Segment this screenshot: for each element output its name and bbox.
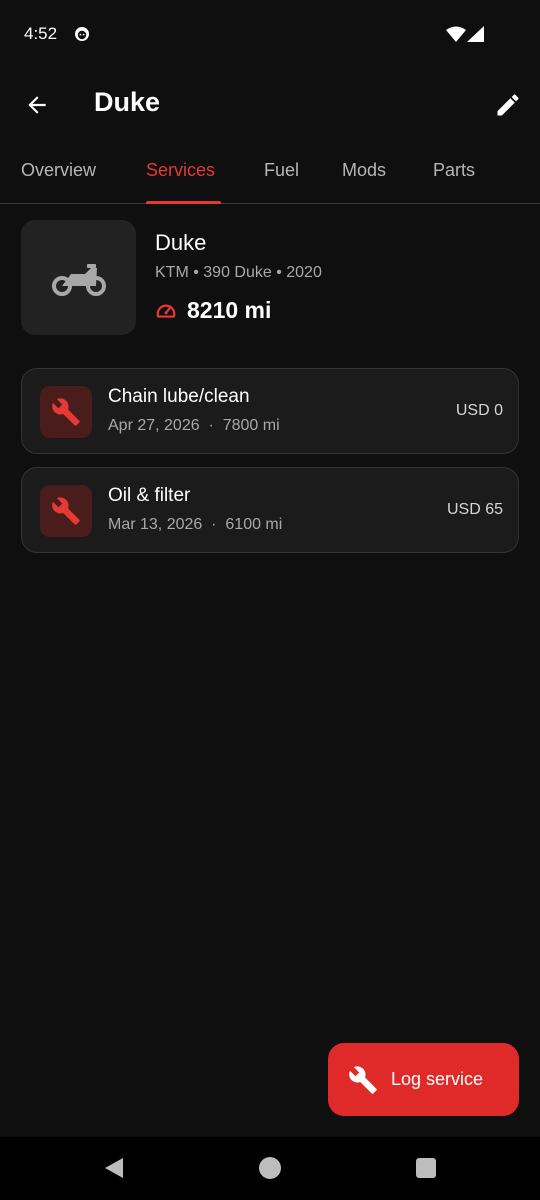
service-name: Chain lube/clean	[108, 386, 250, 407]
page-title: Duke	[94, 87, 161, 117]
tab-services[interactable]: Services	[146, 160, 215, 204]
status-time: 4:52	[24, 24, 58, 43]
service-cost: USD 65	[446, 501, 503, 518]
vehicle-subtitle: KTM • 390 Duke • 2020	[155, 264, 322, 281]
service-meta: Apr 27, 2026 · 7800 mi	[108, 417, 280, 434]
back-button[interactable]	[22, 88, 52, 122]
tab-bar: Overview Services Fuel Mods Parts	[0, 148, 540, 204]
status-bar: 4:52	[0, 0, 540, 68]
nav-home-icon[interactable]	[259, 1157, 281, 1179]
screen: 4:52 Duke Overview Services Fuel Mods Pa…	[0, 0, 540, 1200]
speedometer-icon	[156, 304, 176, 318]
signal-icon	[467, 26, 484, 42]
wrench-icon	[52, 497, 80, 525]
system-nav-bar	[0, 1137, 540, 1200]
log-service-label: Log service	[391, 1069, 484, 1089]
service-icon-badge	[40, 485, 92, 537]
arrow-left-icon	[28, 96, 46, 114]
vehicle-name: Duke	[155, 230, 207, 255]
service-card[interactable]: Oil & filter Mar 13, 2026 · 6100 mi USD …	[21, 467, 519, 553]
app-notification-icon	[75, 27, 89, 41]
app-bar: Duke	[0, 68, 540, 142]
nav-back-icon[interactable]	[103, 1157, 125, 1179]
motorcycle-icon	[51, 263, 106, 296]
tab-fuel[interactable]: Fuel	[264, 160, 299, 204]
service-meta: Mar 13, 2026 · 6100 mi	[108, 516, 283, 533]
nav-recents-icon[interactable]	[416, 1158, 436, 1178]
active-tab-indicator	[146, 201, 221, 204]
wrench-icon	[52, 398, 80, 426]
service-name: Oil & filter	[108, 485, 191, 506]
odometer-value: 8210 mi	[187, 297, 272, 323]
wifi-icon	[446, 26, 466, 42]
service-cost: USD 0	[455, 402, 503, 419]
vehicle-thumbnail	[21, 220, 136, 335]
log-service-button[interactable]: Log service	[328, 1043, 519, 1116]
service-icon-badge	[40, 386, 92, 438]
wrench-icon	[349, 1066, 377, 1094]
service-card[interactable]: Chain lube/clean Apr 27, 2026 · 7800 mi …	[21, 368, 519, 454]
tab-overview[interactable]: Overview	[21, 160, 96, 204]
edit-button[interactable]	[492, 89, 524, 121]
tab-mods[interactable]: Mods	[342, 160, 386, 204]
pencil-icon	[497, 94, 519, 116]
tab-parts[interactable]: Parts	[433, 160, 475, 204]
